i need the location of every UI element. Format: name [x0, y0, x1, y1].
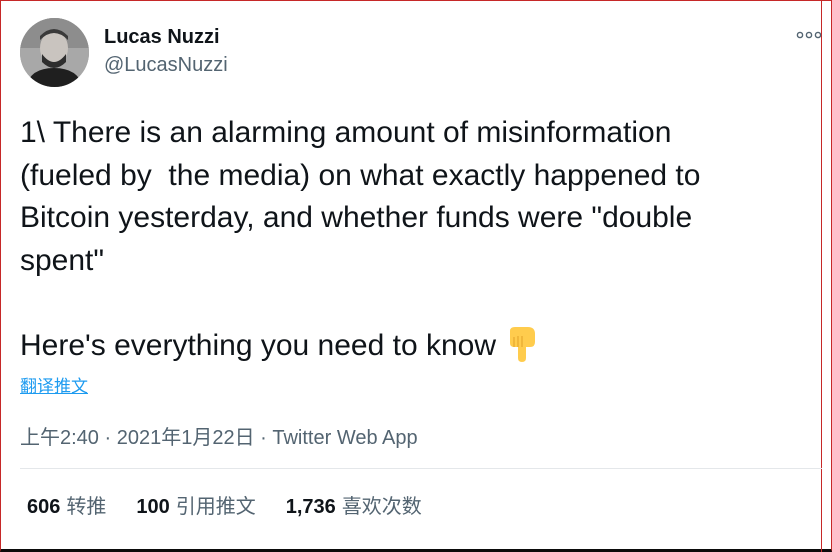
tweet-meta: 上午2:40 · 2021年1月22日 · Twitter Web App — [20, 421, 418, 450]
translate-tweet-link[interactable]: 翻译推文 — [20, 372, 88, 397]
quotes-count: 100 — [136, 496, 170, 518]
likes-count: 1,736 — [285, 496, 336, 518]
pointing-down-hand-icon — [504, 325, 540, 363]
avatar-image — [20, 18, 89, 87]
tweet-source[interactable]: Twitter Web App — [272, 427, 417, 449]
retweets-label: 转推 — [66, 496, 107, 518]
retweets-stat[interactable]: 606 转推 — [27, 490, 106, 519]
scrollbar-edge — [821, 0, 822, 552]
likes-stat[interactable]: 1,736 喜欢次数 — [286, 490, 422, 519]
meta-separator: · — [98, 427, 117, 449]
tweet-text: 1\ There is an alarming amount of misinf… — [20, 112, 810, 367]
quotes-label: 引用推文 — [175, 496, 256, 518]
quotes-stat[interactable]: 100 引用推文 — [136, 490, 255, 519]
user-handle[interactable]: @LucasNuzzi — [104, 54, 228, 77]
divider — [20, 468, 822, 469]
meta-separator: · — [254, 427, 273, 449]
tweet-date[interactable]: 2021年1月22日 — [117, 427, 255, 449]
engagement-stats: 606 转推 100 引用推文 1,736 喜欢次数 — [27, 490, 422, 519]
tweet-time[interactable]: 上午2:40 — [20, 427, 99, 449]
tweet-body: 1\ There is an alarming amount of misinf… — [20, 116, 701, 362]
likes-label: 喜欢次数 — [341, 496, 422, 518]
display-name[interactable]: Lucas Nuzzi — [104, 26, 220, 49]
retweets-count: 606 — [27, 496, 61, 518]
more-options-icon[interactable] — [796, 28, 822, 42]
avatar[interactable] — [20, 18, 89, 87]
